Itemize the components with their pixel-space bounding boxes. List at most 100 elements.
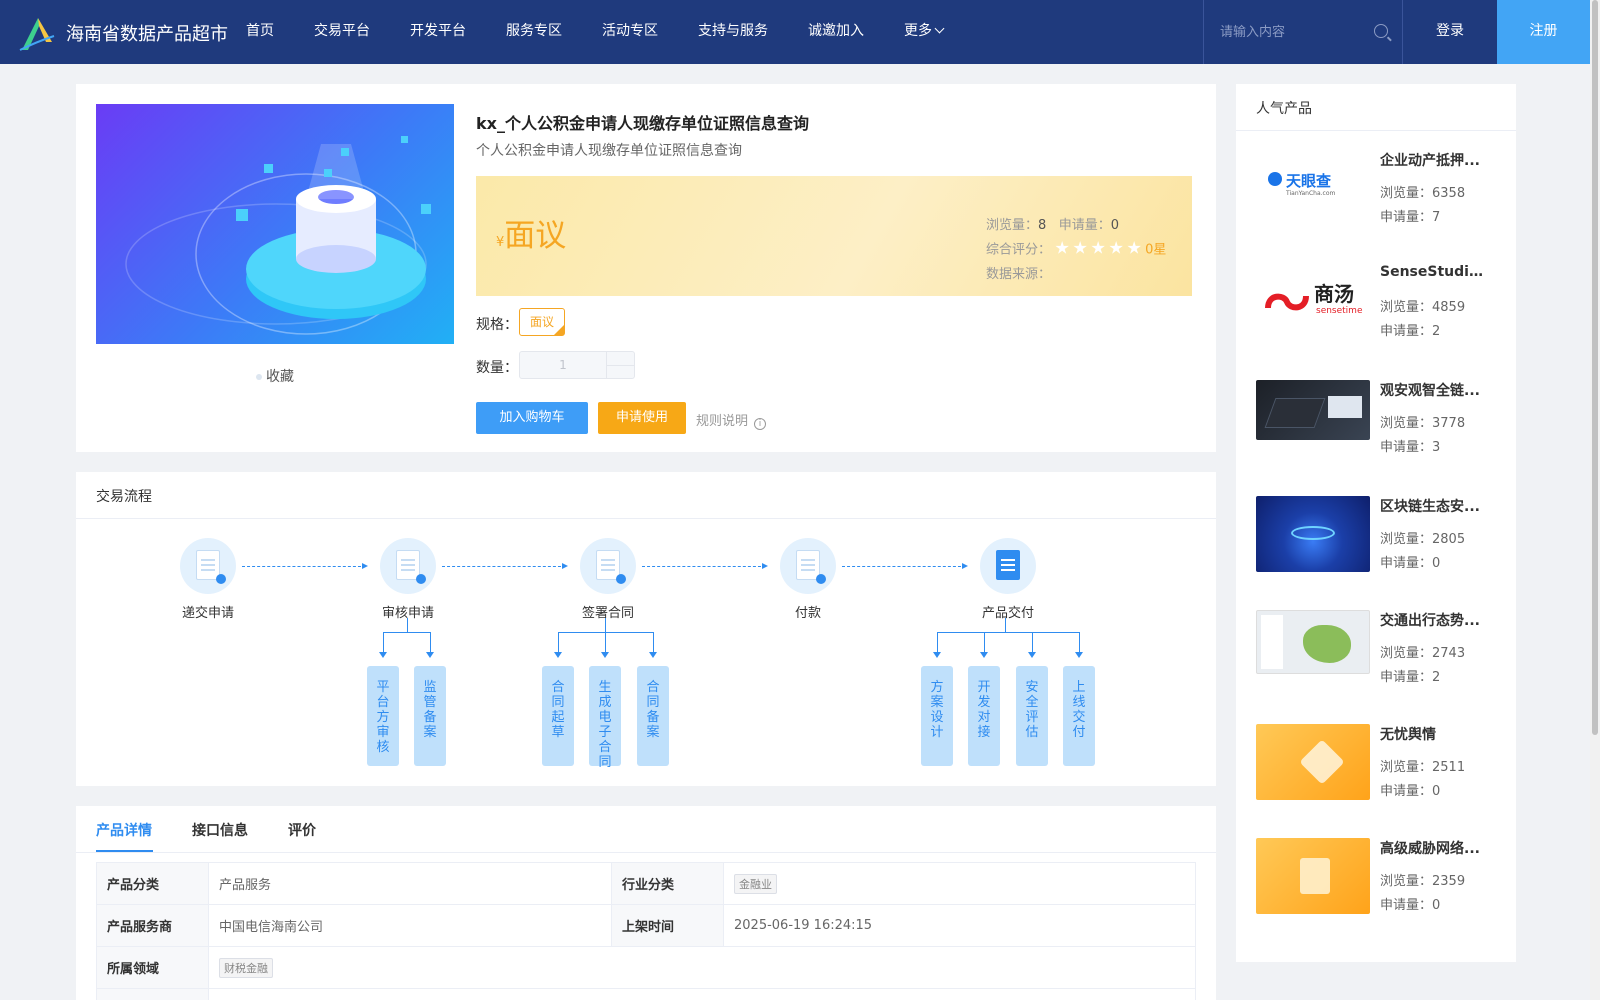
apply-use-button[interactable]: 申请使用 bbox=[598, 402, 686, 434]
nav-more[interactable]: 更多 bbox=[904, 0, 943, 64]
popular-products-panel: 人气产品 天眼查 TianYanCha.com 企业动产抵押... 浏览量：63… bbox=[1236, 84, 1516, 962]
step-label: 递交申请 bbox=[181, 606, 234, 621]
page-scrollbar[interactable] bbox=[1590, 0, 1600, 1000]
nav-trading[interactable]: 交易平台 bbox=[314, 0, 370, 64]
product-thumbnail bbox=[1256, 610, 1370, 674]
sub-step-security-review: 安全评估 bbox=[1016, 666, 1048, 766]
product-card: 收藏 kx_个人公积金申请人现缴存单位证照信息查询 个人公积金申请人现缴存单位证… bbox=[76, 84, 1216, 452]
views-value: 2359 bbox=[1432, 874, 1466, 889]
main-nav: 首页 交易平台 开发平台 服务专区 活动专区 支持与服务 诚邀加入 更多 bbox=[246, 0, 983, 64]
login-button[interactable]: 登录 bbox=[1403, 0, 1497, 64]
flow-arrow bbox=[242, 563, 368, 569]
table-row: 所属领域 财税金融 bbox=[96, 946, 1196, 989]
branch-line bbox=[605, 618, 606, 632]
divider bbox=[76, 518, 1216, 519]
product-thumbnail bbox=[1256, 724, 1370, 800]
apply-value: 0 bbox=[1432, 556, 1441, 571]
favorite-button[interactable]: 收藏 bbox=[256, 366, 294, 386]
branch-arrow bbox=[554, 652, 562, 658]
site-logo-icon[interactable] bbox=[18, 14, 56, 52]
popular-product-item[interactable]: 天眼查 TianYanCha.com 企业动产抵押... 浏览量：6358 申请… bbox=[1256, 150, 1501, 240]
tab-product-detail[interactable]: 产品详情 bbox=[96, 820, 152, 840]
table-value: 产品服务 bbox=[208, 862, 612, 905]
nav-join[interactable]: 诚邀加入 bbox=[808, 0, 864, 64]
rules-link[interactable]: 规则说明 i bbox=[696, 410, 767, 430]
nav-service[interactable]: 服务专区 bbox=[506, 0, 562, 64]
views-value: 3778 bbox=[1432, 416, 1466, 431]
sub-step-go-live: 上线交付 bbox=[1063, 666, 1095, 766]
branch-arrow bbox=[379, 652, 387, 658]
apply-label: 申请量： bbox=[1380, 784, 1433, 799]
sub-step-platform-audit: 平台方审核 bbox=[367, 666, 399, 766]
table-key bbox=[96, 988, 209, 1000]
star-icon bbox=[1073, 241, 1087, 254]
popular-product-name: 高级威胁网络... bbox=[1380, 841, 1480, 857]
product-thumbnail bbox=[1256, 496, 1370, 572]
search-icon[interactable] bbox=[1374, 24, 1388, 38]
popular-product-views: 浏览量：2805 bbox=[1380, 528, 1465, 547]
quantity-stepper-buttons[interactable] bbox=[606, 352, 635, 378]
table-row: 产品服务商 中国电信海南公司 上架时间 2025-06-19 16:24:15 bbox=[96, 904, 1196, 947]
blockchain-ring-icon bbox=[1291, 526, 1335, 540]
tab-reviews[interactable]: 评价 bbox=[288, 820, 316, 840]
site-brand[interactable]: 海南省数据产品超市 bbox=[66, 20, 228, 46]
quantity-input[interactable] bbox=[520, 352, 606, 378]
sub-step-dev-integration: 开发对接 bbox=[968, 666, 1000, 766]
nav-activity[interactable]: 活动专区 bbox=[602, 0, 658, 64]
process-title: 交易流程 bbox=[96, 489, 152, 505]
popular-product-views: 浏览量：2359 bbox=[1380, 870, 1465, 889]
nav-dev[interactable]: 开发平台 bbox=[410, 0, 466, 64]
scroll-thumb[interactable] bbox=[1592, 0, 1598, 735]
product-thumbnail: 天眼查 TianYanCha.com bbox=[1256, 150, 1370, 226]
domain-tag: 财税金融 bbox=[219, 957, 273, 978]
popular-product-item[interactable]: 无忧舆情 浏览量：2511 申请量：0 bbox=[1256, 724, 1501, 814]
step-submit: 递交申请 bbox=[148, 538, 268, 621]
branch-arrow bbox=[649, 652, 657, 658]
table-row: 产品分类 产品服务 行业分类 金融业 bbox=[96, 862, 1196, 905]
search-input[interactable] bbox=[1220, 20, 1370, 44]
spec-option[interactable]: 面议 bbox=[519, 308, 565, 336]
rules-label: 规则说明 bbox=[696, 414, 749, 429]
top-navbar: 海南省数据产品超市 首页 交易平台 开发平台 服务专区 活动专区 支持与服务 诚… bbox=[0, 0, 1590, 64]
views-value: 4859 bbox=[1432, 300, 1466, 315]
popular-product-item[interactable]: 商汤 sensetime SenseStudio... 浏览量：4859 申请量… bbox=[1256, 264, 1501, 354]
submit-application-icon bbox=[180, 538, 236, 594]
popular-product-views: 浏览量：3778 bbox=[1380, 412, 1465, 431]
tab-interface-info[interactable]: 接口信息 bbox=[192, 820, 248, 840]
popular-product-item[interactable]: 区块链生态安... 浏览量：2805 申请量：0 bbox=[1256, 496, 1501, 586]
views-value: 2743 bbox=[1432, 646, 1466, 661]
apply-label: 申请量： bbox=[1058, 218, 1111, 233]
views-value: 2805 bbox=[1432, 532, 1466, 547]
payment-icon bbox=[780, 538, 836, 594]
popular-product-name: 无忧舆情 bbox=[1380, 727, 1436, 743]
register-button[interactable]: 注册 bbox=[1497, 0, 1590, 64]
star-icon bbox=[1109, 241, 1123, 254]
branch-arrow bbox=[980, 652, 988, 658]
threat-box-icon bbox=[1300, 858, 1330, 894]
add-to-cart-button[interactable]: 加入购物车 bbox=[476, 402, 588, 434]
trade-process-card: 交易流程 递交申请 审核申请 签署合同 付款 产品交付 平台方审核 监管备案 合… bbox=[76, 472, 1216, 786]
popular-product-views: 浏览量：2511 bbox=[1380, 756, 1465, 775]
product-detail-table: 产品分类 产品服务 行业分类 金融业 产品服务商 中国电信海南公司 上架时间 2… bbox=[96, 862, 1196, 1000]
nav-home[interactable]: 首页 bbox=[246, 0, 274, 64]
popular-product-item[interactable]: 高级威胁网络... 浏览量：2359 申请量：0 bbox=[1256, 838, 1501, 928]
divider bbox=[76, 852, 1216, 853]
apply-label: 申请量： bbox=[1380, 670, 1433, 685]
branch-arrow bbox=[601, 652, 609, 658]
spec-label: 规格： bbox=[476, 317, 518, 333]
product-illustration-icon bbox=[125, 136, 431, 335]
source-label: 数据来源： bbox=[986, 266, 1052, 282]
views-label: 浏览量： bbox=[1380, 186, 1433, 201]
popular-product-item[interactable]: 交通出行态势... 浏览量：2743 申请量：2 bbox=[1256, 610, 1501, 700]
sub-step-e-contract: 生成电子合同 bbox=[589, 666, 621, 770]
nav-support[interactable]: 支持与服务 bbox=[698, 0, 768, 64]
quantity-stepper bbox=[519, 351, 635, 379]
popular-product-name: 企业动产抵押... bbox=[1380, 153, 1480, 169]
popular-product-name: 观安观智全链... bbox=[1380, 383, 1480, 399]
price: ¥面议 bbox=[496, 210, 566, 255]
apply-value: 7 bbox=[1432, 210, 1441, 225]
popular-product-views: 浏览量：6358 bbox=[1380, 182, 1465, 201]
popular-product-item[interactable]: 观安观智全链... 浏览量：3778 申请量：3 bbox=[1256, 380, 1501, 470]
popular-product-applies: 申请量：7 bbox=[1380, 206, 1440, 225]
table-row bbox=[96, 988, 1196, 1000]
